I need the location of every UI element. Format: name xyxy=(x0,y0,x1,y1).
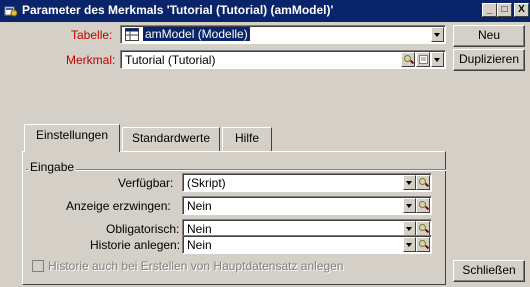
anzeige-select[interactable]: Nein xyxy=(182,196,432,215)
anzeige-label: Anzeige erzwingen: xyxy=(66,199,171,213)
tabelle-label: Tabelle: xyxy=(71,28,113,42)
maximize-button[interactable]: □ xyxy=(497,3,512,17)
tabelle-value: amModel (Modelle) xyxy=(143,27,250,41)
search-icon[interactable] xyxy=(416,198,430,213)
verfuegbar-value: (Skript) xyxy=(187,176,226,190)
neu-button[interactable]: Neu xyxy=(453,25,525,47)
window-title: Parameter des Merkmals 'Tutorial (Tutori… xyxy=(22,3,334,17)
table-icon xyxy=(125,28,139,41)
chevron-down-icon[interactable] xyxy=(403,198,416,213)
close-button[interactable]: X xyxy=(514,3,529,17)
schliessen-button-label: Schließen xyxy=(462,263,516,277)
tab-einstellungen[interactable]: Einstellungen xyxy=(24,124,120,152)
merkmal-field[interactable]: Tutorial (Tutorial) xyxy=(120,50,446,69)
verfuegbar-select[interactable]: (Skript) xyxy=(182,173,432,192)
merkmal-label: Merkmal: xyxy=(66,53,116,67)
tab-label: Standardwerte xyxy=(131,131,211,145)
merkmal-value: Tutorial (Tutorial) xyxy=(125,53,216,67)
details-icon[interactable] xyxy=(416,52,430,67)
historie-checkbox[interactable] xyxy=(32,260,44,272)
search-icon[interactable] xyxy=(416,237,430,252)
tab-hilfe[interactable]: Hilfe xyxy=(222,127,272,151)
historie-value: Nein xyxy=(187,238,212,252)
tab-label: Einstellungen xyxy=(35,128,109,142)
historie-checkbox-label: Historie auch bei Erstellen von Hauptdat… xyxy=(48,259,344,273)
schliessen-button[interactable]: Schließen xyxy=(453,260,525,282)
search-icon[interactable] xyxy=(401,52,415,67)
neu-button-label: Neu xyxy=(477,28,500,42)
minimize-button[interactable]: _ xyxy=(482,3,497,17)
search-icon[interactable] xyxy=(416,175,430,190)
tab-label: Hilfe xyxy=(234,131,259,145)
historie-select[interactable]: Nein xyxy=(182,235,432,254)
chevron-down-icon[interactable] xyxy=(431,27,444,42)
chevron-down-icon[interactable] xyxy=(403,221,416,236)
group-title: Eingabe xyxy=(28,160,77,174)
obligatorisch-value: Nein xyxy=(187,222,212,236)
obligatorisch-label: Obligatorisch: xyxy=(106,222,180,236)
duplizieren-button[interactable]: Duplizieren xyxy=(453,49,525,71)
verfuegbar-label: Verfügbar: xyxy=(118,176,174,190)
chevron-down-icon[interactable] xyxy=(403,237,416,252)
chevron-down-icon[interactable] xyxy=(431,52,444,67)
app-icon xyxy=(4,6,18,17)
historie-label: Historie anlegen: xyxy=(90,238,181,252)
chevron-down-icon[interactable] xyxy=(403,175,416,190)
search-icon[interactable] xyxy=(416,221,430,236)
title-bar: Parameter des Merkmals 'Tutorial (Tutori… xyxy=(0,0,530,22)
tabelle-select[interactable]: amModel (Modelle) xyxy=(120,25,446,44)
anzeige-value: Nein xyxy=(187,199,212,213)
tab-standardwerte[interactable]: Standardwerte xyxy=(122,127,220,151)
duplizieren-button-label: Duplizieren xyxy=(458,52,520,66)
